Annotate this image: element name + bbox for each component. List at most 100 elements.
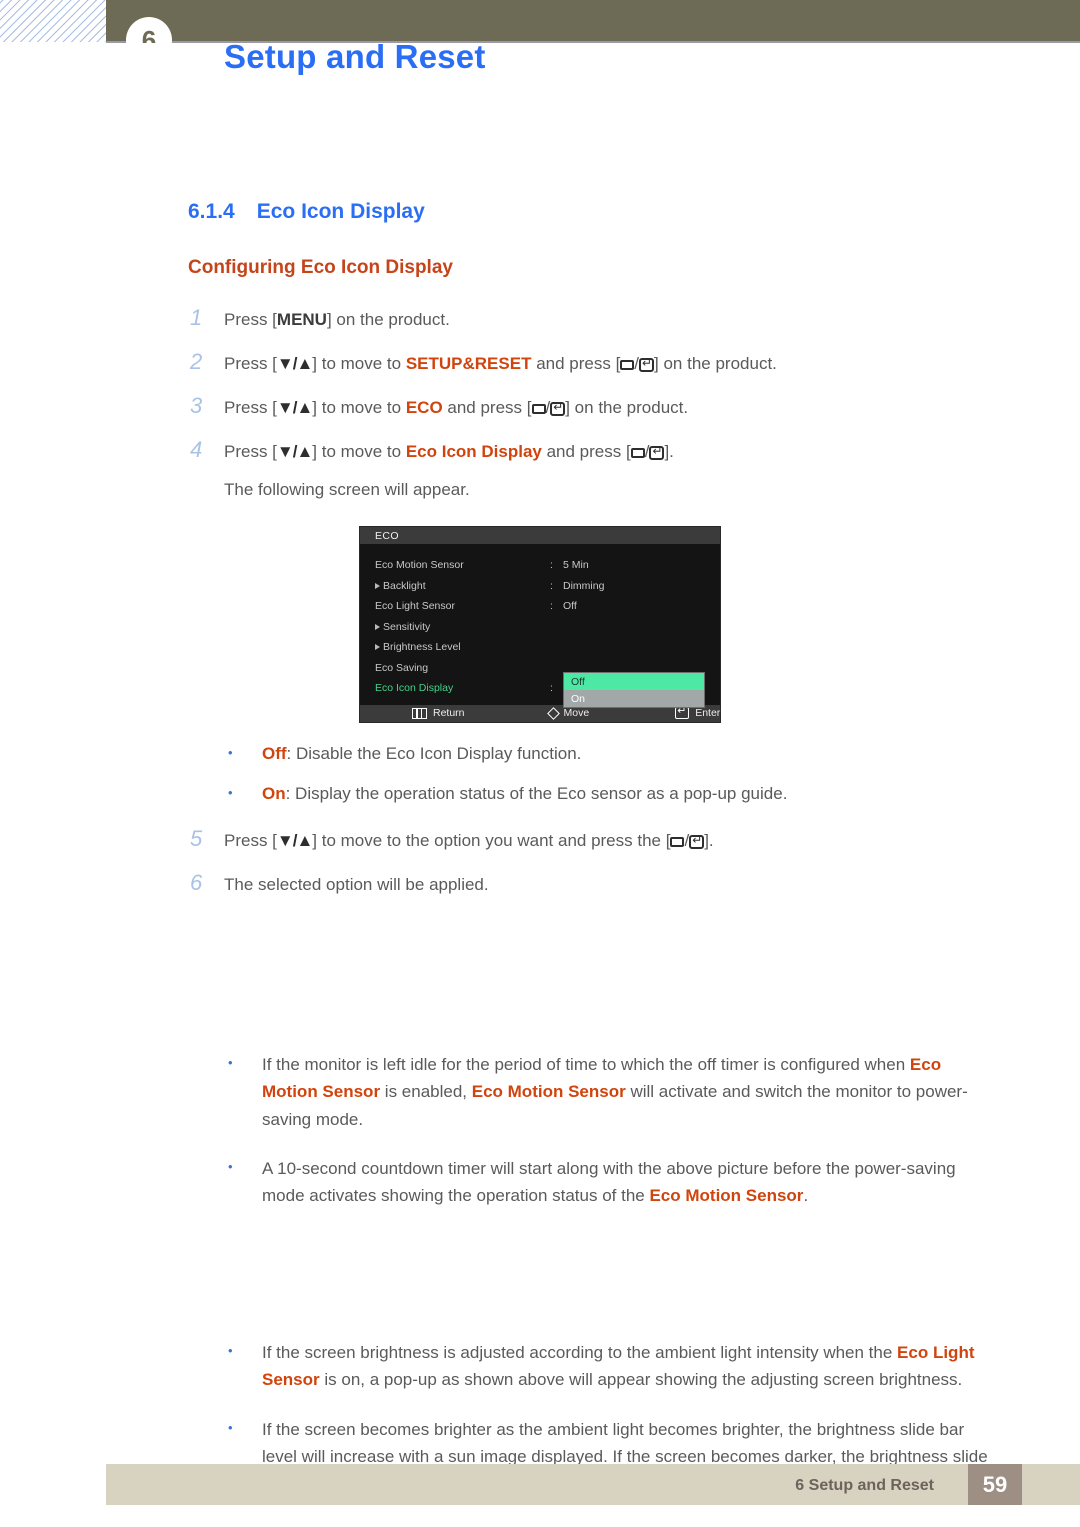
- source-key-icon: [670, 837, 685, 848]
- steps-after-list: 5 Press [▼/▲] to move to the option you w…: [0, 822, 1080, 899]
- step-number: 5: [190, 826, 203, 852]
- submenu-arrow-icon: [375, 644, 380, 651]
- keyword-text: Eco Motion Sensor: [471, 1082, 626, 1102]
- body-text: is enabled,: [380, 1082, 472, 1102]
- body-text: ] to move to: [312, 398, 406, 417]
- body-text: Press [: [224, 831, 277, 851]
- osd-menu-row[interactable]: Brightness Level: [360, 637, 720, 658]
- osd-option-on[interactable]: On: [564, 690, 704, 707]
- osd-option-off[interactable]: Off: [564, 673, 704, 690]
- osd-row-value: Off: [563, 600, 577, 613]
- bullet-item: • If the screen becomes brighter as the a…: [228, 1416, 1000, 1470]
- section-subtitle: Configuring Eco Icon Display: [188, 257, 453, 278]
- osd-row-label-text: Eco Motion Sensor: [375, 559, 464, 572]
- bullet-text: If the screen becomes brighter as the am…: [262, 1416, 1000, 1470]
- bullet-item: • If the monitor is left idle for the per…: [228, 1051, 1000, 1133]
- enter-key-icon: [675, 704, 690, 719]
- osd-row-separator: :: [550, 559, 553, 572]
- osd-move-label: Move: [563, 707, 590, 719]
- bullet-text: If the monitor is left idle for the peri…: [262, 1051, 1000, 1133]
- body-text: Press [: [224, 354, 277, 373]
- osd-row-separator: :: [550, 682, 553, 695]
- body-text: If the screen brightness is adjusted acc…: [262, 1343, 898, 1363]
- source-key-icon: [620, 360, 635, 370]
- notes-group-2: • If the screen brightness is adjusted ac…: [0, 1339, 1080, 1470]
- osd-row-label-text: Eco Light Sensor: [375, 600, 455, 613]
- page-title: Setup and Reset: [224, 38, 486, 75]
- submenu-arrow-icon: [375, 582, 380, 589]
- body-text: ▼/▲: [276, 442, 313, 461]
- osd-row-separator: :: [550, 600, 553, 613]
- step-number: 4: [190, 437, 203, 462]
- osd-option-popup[interactable]: Off On: [563, 672, 705, 708]
- source-key-icon: [630, 448, 645, 458]
- bullet-text: Off: Disable the Eco Icon Display functi…: [262, 741, 1008, 768]
- step-item: 2 Press [▼/▲] to move to SETUP&RESET and …: [190, 345, 1080, 378]
- body-text: Press [: [224, 398, 277, 417]
- osd-row-label: Eco Light Sensor: [375, 600, 550, 612]
- osd-menu-row[interactable]: Eco Light Sensor: Off: [360, 596, 720, 617]
- body-text: and press [: [531, 354, 621, 373]
- bullet-dot-icon: •: [228, 1055, 233, 1071]
- body-text: If the monitor is left idle for the peri…: [262, 1055, 910, 1075]
- body-text: ] on the product.: [654, 354, 777, 373]
- body-text: and press [: [442, 398, 532, 417]
- step-item: 5 Press [▼/▲] to move to the option you w…: [190, 822, 1080, 855]
- keyword-text: Off: [262, 743, 287, 763]
- enter-key-icon: [550, 400, 566, 416]
- osd-menu-row[interactable]: Backlight: Dimming: [360, 576, 720, 597]
- osd-row-value: Dimming: [563, 579, 605, 592]
- keyword-text: Eco Motion Sensor: [649, 1185, 804, 1205]
- steps-list: 1 Press [MENU] on the product. 2 Press [▼/▲…: [0, 301, 1080, 466]
- section-number: 6.1.4: [188, 200, 235, 223]
- body-text: ].: [704, 831, 714, 851]
- bullet-text: A 10-second countdown timer will start a…: [262, 1155, 1000, 1209]
- bullet-text: If the screen brightness is adjusted acc…: [262, 1339, 1000, 1393]
- osd-title: ECO: [360, 527, 720, 544]
- step-text: The selected option will be applied.: [224, 872, 1080, 898]
- body-text: ] to move to the option you want and pre…: [312, 831, 671, 851]
- footer-page-number: 59: [968, 1464, 1022, 1505]
- osd-menu-row[interactable]: Sensitivity: [360, 617, 720, 638]
- keyword-text: On: [262, 784, 286, 804]
- option-bullets-list: • Off: Disable the Eco Icon Display funct…: [0, 741, 1080, 809]
- osd-return-control[interactable]: Return: [412, 707, 465, 719]
- submenu-arrow-icon: [375, 623, 380, 630]
- osd-move-control[interactable]: Move: [546, 706, 590, 720]
- body-text: ] on the product.: [565, 398, 689, 417]
- step-number: 2: [190, 349, 203, 374]
- osd-row-label: Eco Icon Display: [375, 682, 550, 694]
- notes-group-1: • If the monitor is left idle for the per…: [0, 1051, 1080, 1209]
- osd-screenshot-wrapper: ECO Eco Motion Sensor:5 Min Backlight: Dim…: [0, 526, 1080, 723]
- body-text: and press [: [541, 442, 631, 461]
- osd-row-value: 5 Min: [563, 559, 589, 572]
- body-text: .: [803, 1185, 809, 1205]
- body-text: A 10-second countdown timer will start a…: [262, 1158, 956, 1205]
- step-number: 1: [190, 305, 203, 330]
- source-key-icon: [531, 404, 546, 414]
- bullet-item: • Off: Disable the Eco Icon Display funct…: [228, 741, 1008, 768]
- osd-row-label: Backlight: [375, 580, 550, 592]
- osd-menu-row[interactable]: Eco Motion Sensor:5 Min: [360, 555, 720, 576]
- footer-chapter-label: 6 Setup and Reset: [795, 1477, 934, 1494]
- osd-return-label: Return: [433, 707, 465, 719]
- step-text: Press [MENU] on the product.: [224, 307, 1080, 333]
- keyword-text: ECO: [405, 398, 443, 417]
- osd-row-label-text: Backlight: [383, 579, 426, 592]
- step-number: 3: [190, 393, 203, 418]
- step-text: Press [▼/▲] to move to Eco Icon Display …: [224, 439, 1080, 465]
- bullet-dot-icon: •: [228, 785, 233, 801]
- enter-key-icon: [689, 833, 705, 850]
- body-text: ▼/▲: [276, 831, 313, 851]
- step-item: 3 Press [▼/▲] to move to ECO and press [/…: [190, 389, 1080, 422]
- osd-row-label: Eco Saving: [375, 662, 550, 674]
- step-number: 6: [190, 870, 203, 896]
- osd-enter-control[interactable]: Enter: [675, 704, 720, 719]
- body-text: : Display the operation status of the Ec…: [285, 784, 788, 804]
- bullet-item: • A 10-second countdown timer will start …: [228, 1155, 1000, 1209]
- body-text: : Disable the Eco Icon Display function.: [286, 743, 582, 763]
- body-text: MENU: [276, 310, 327, 329]
- bullet-item: • On: Display the operation status of the…: [228, 781, 1008, 808]
- osd-row-label: Eco Motion Sensor: [375, 559, 550, 571]
- step-text: Press [▼/▲] to move to ECO and press [/]…: [224, 395, 1080, 421]
